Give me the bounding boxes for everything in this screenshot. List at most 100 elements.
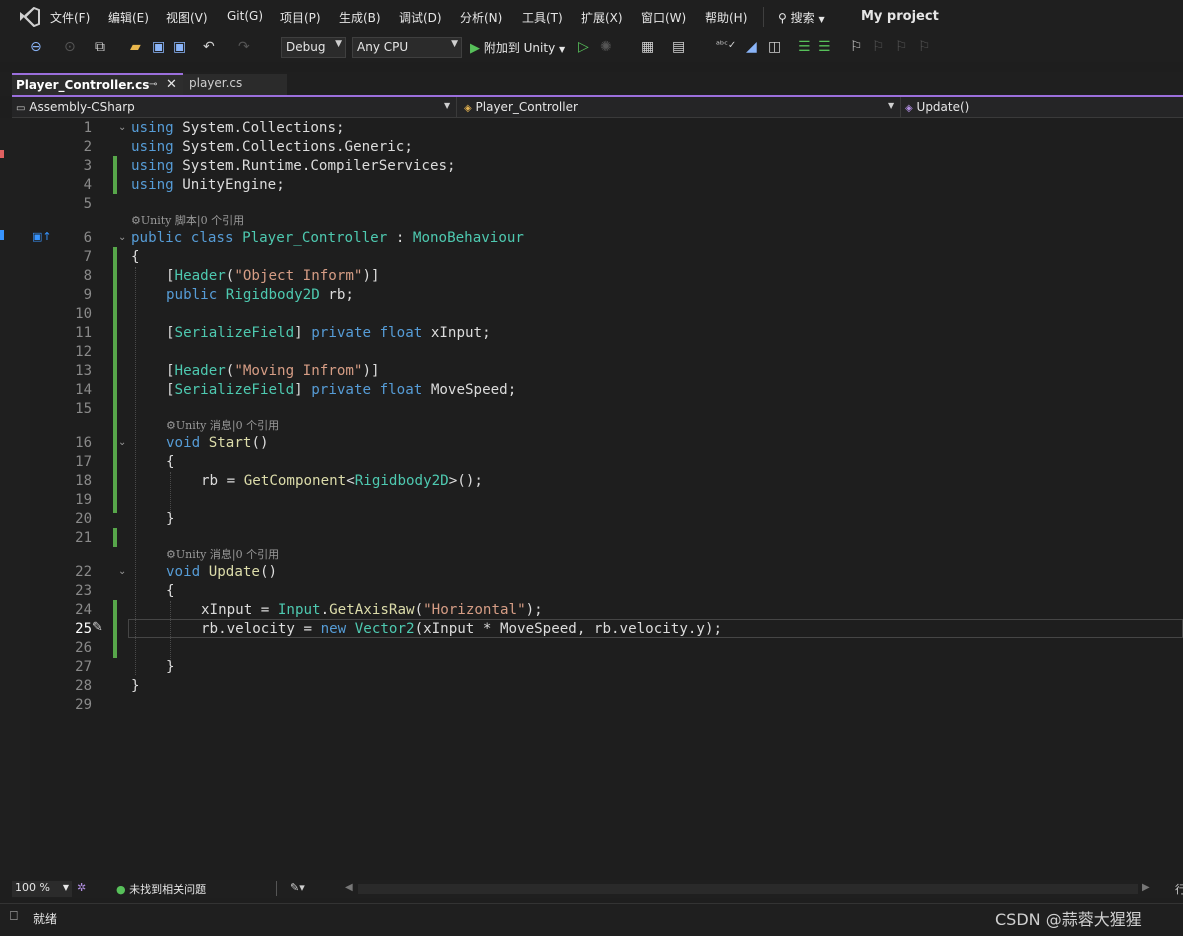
scroll-right-icon[interactable]: ▶ [1142, 882, 1150, 893]
zoom-select[interactable]: 100 % ▼ [12, 881, 72, 897]
layout-icon[interactable]: ▤ [672, 38, 685, 56]
line-number: 11 [75, 325, 92, 341]
menu-git[interactable]: Git(G) [227, 9, 263, 23]
clear-bookmarks-icon[interactable]: ⚐ [918, 38, 931, 56]
codelens-start[interactable]: ⚙Unity 消息|0 个引用 [166, 417, 279, 433]
code-line[interactable]: [SerializeField] private float xInput; [166, 324, 491, 343]
platform-value: Any CPU [357, 40, 409, 54]
line-number: 12 [75, 344, 92, 360]
bookmark-icon[interactable]: ⚐ [850, 38, 863, 56]
chevron-down-icon: ▼ [335, 39, 342, 49]
save-all-icon[interactable]: ▣ [173, 38, 186, 56]
cleanup-brush-icon[interactable]: ✎▾ [290, 881, 305, 894]
undo-icon[interactable]: ↶ [203, 38, 215, 56]
line-number: 20 [75, 511, 92, 527]
line-number: 14 [75, 382, 92, 398]
hot-reload-icon[interactable]: ✺ [600, 38, 612, 56]
class-dropdown[interactable]: ◈ Player_Controller [464, 100, 578, 114]
code-line[interactable]: rb = GetComponent<Rigidbody2D>(); [201, 472, 483, 491]
code-line[interactable]: xInput = Input.GetAxisRaw("Horizontal"); [201, 601, 543, 620]
scroll-left-icon[interactable]: ◀ [345, 882, 353, 893]
line-number: 10 [75, 306, 92, 322]
step-over-icon[interactable]: ◫ [768, 38, 781, 56]
project-dropdown[interactable]: ▭ Assembly-CSharp [16, 100, 454, 114]
menu-project[interactable]: 项目(P) [280, 9, 321, 26]
horizontal-scrollbar[interactable] [358, 884, 1138, 894]
step-into-icon[interactable]: ◢ [746, 38, 757, 56]
menu-view[interactable]: 视图(V) [166, 9, 208, 26]
config-value: Debug [286, 40, 326, 54]
menu-extensions[interactable]: 扩展(X) [581, 9, 623, 26]
save-icon[interactable]: ▣ [152, 38, 165, 56]
code-line[interactable]: [Header("Object Inform")] [166, 267, 380, 286]
close-icon[interactable]: ✕ [166, 77, 177, 92]
code-line-current[interactable]: rb.velocity = new Vector2(xInput * MoveS… [201, 620, 722, 639]
pin-icon[interactable]: ⊸ [149, 79, 157, 90]
search-icon: ⚲ [778, 11, 787, 25]
method-icon: ◈ [905, 103, 913, 114]
code-line[interactable]: using System.Collections.Generic; [131, 138, 413, 157]
outdent-icon[interactable]: ☰ [818, 38, 831, 56]
navigate-forward-icon[interactable]: ⊙ [64, 38, 76, 56]
spellcheck-icon[interactable]: ᵃᵇᶜ✓ [716, 37, 736, 55]
code-line[interactable]: public class Player_Controller : MonoBeh… [131, 229, 524, 248]
config-select[interactable]: Debug ▼ [281, 37, 346, 58]
start-without-debug-icon[interactable]: ▷ [578, 38, 589, 56]
output-window-icon[interactable]: ⎕ [10, 909, 18, 924]
code-line[interactable]: [Header("Moving Infrom")] [166, 362, 380, 381]
chevron-down-icon[interactable]: ▼ [444, 101, 450, 110]
prev-bookmark-icon[interactable]: ⚐ [872, 38, 885, 56]
code-line[interactable]: } [166, 658, 175, 677]
member-dropdown[interactable]: ◈ Update() [905, 100, 969, 114]
fold-toggle-icon[interactable]: ⌄ [118, 122, 126, 133]
navigate-back-icon[interactable]: ⊖ [30, 38, 42, 56]
code-line[interactable]: void Update() [166, 563, 277, 582]
code-line[interactable]: { [131, 248, 140, 267]
code-line[interactable]: } [166, 510, 175, 529]
menu-build[interactable]: 生成(B) [339, 9, 381, 26]
codelens-update[interactable]: ⚙Unity 消息|0 个引用 [166, 546, 279, 562]
fold-toggle-icon[interactable]: ⌄ [118, 232, 126, 243]
issues-indicator[interactable]: ● 未找到相关问题 [116, 881, 206, 897]
tab-player-controller[interactable]: Player_Controller.cs ⊸ ✕ [12, 73, 183, 96]
line-number: 28 [75, 678, 92, 694]
change-bar [113, 528, 117, 547]
menu-tools[interactable]: 工具(T) [522, 9, 563, 26]
change-bar [113, 600, 117, 658]
fold-toggle-icon[interactable]: ⌄ [118, 566, 126, 577]
code-line[interactable]: using System.Collections; [131, 119, 345, 138]
search-label: 搜索 [790, 11, 815, 25]
tab-player[interactable]: player.cs [183, 74, 287, 95]
implementation-glyph-icon[interactable]: ▣↑ [32, 230, 52, 243]
redo-icon[interactable]: ↷ [238, 38, 250, 56]
visual-studio-logo-icon[interactable] [18, 7, 40, 27]
code-line[interactable]: public Rigidbody2D rb; [166, 286, 354, 305]
chevron-down-icon[interactable]: ▼ [888, 101, 894, 110]
menu-debug[interactable]: 调试(D) [399, 9, 442, 26]
codelens-class[interactable]: ⚙Unity 脚本|0 个引用 [131, 212, 244, 228]
quick-action-brush-icon[interactable]: ✎ [92, 620, 103, 635]
code-line[interactable]: void Start() [166, 434, 269, 453]
menu-edit[interactable]: 编辑(E) [108, 9, 149, 26]
line-number: 16 [75, 435, 92, 451]
intellicode-icon[interactable]: ✲ [77, 881, 86, 894]
menu-window[interactable]: 窗口(W) [641, 9, 686, 26]
menu-file[interactable]: 文件(F) [50, 9, 90, 26]
attach-unity-button[interactable]: ▶ 附加到 Unity ▼ [470, 39, 565, 56]
code-line[interactable]: { [166, 582, 175, 601]
code-line[interactable]: using UnityEngine; [131, 176, 285, 195]
indent-icon[interactable]: ☰ [798, 38, 811, 56]
code-line[interactable]: using System.Runtime.CompilerServices; [131, 157, 456, 176]
next-bookmark-icon[interactable]: ⚐ [895, 38, 908, 56]
menu-analyze[interactable]: 分析(N) [460, 9, 502, 26]
search-button[interactable]: ⚲ 搜索 ▼ [778, 9, 825, 26]
open-folder-icon[interactable]: ▰ [130, 38, 141, 56]
code-line[interactable]: } [131, 677, 140, 696]
new-project-icon[interactable]: ⧉ [95, 38, 105, 56]
browser-icon[interactable]: ▦ [641, 38, 654, 56]
menu-help[interactable]: 帮助(H) [705, 9, 747, 26]
fold-toggle-icon[interactable]: ⌄ [118, 437, 126, 448]
code-line[interactable]: [SerializeField] private float MoveSpeed… [166, 381, 516, 400]
code-line[interactable]: { [166, 453, 175, 472]
platform-select[interactable]: Any CPU ▼ [352, 37, 462, 58]
